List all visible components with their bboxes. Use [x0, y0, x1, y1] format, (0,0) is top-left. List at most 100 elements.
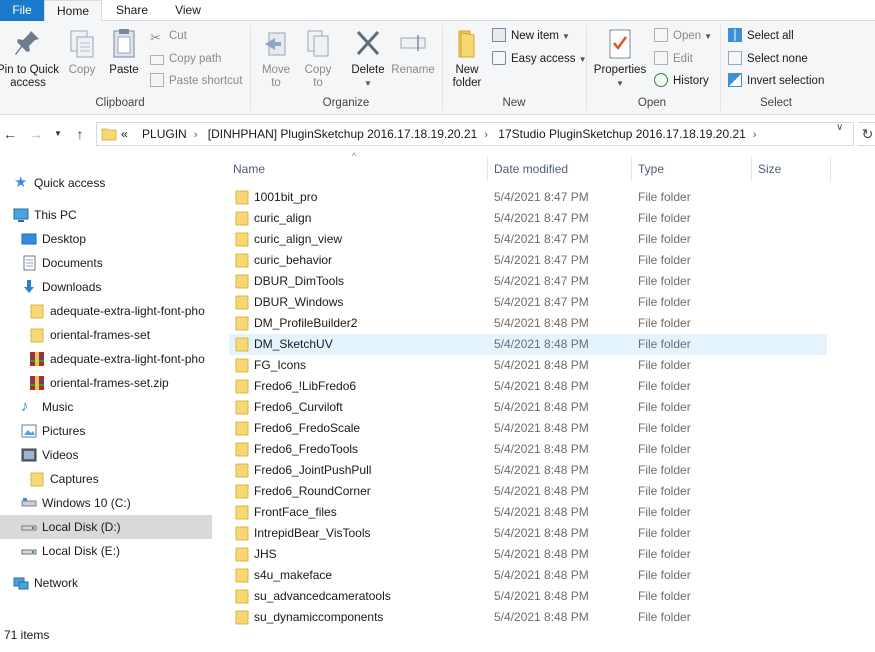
file-type: File folder	[638, 484, 691, 498]
pin-to-quick-access-button[interactable]: Pin to Quick access	[0, 27, 62, 90]
history-button[interactable]: History	[654, 72, 709, 90]
nav-item-network[interactable]: Network	[0, 571, 212, 595]
open-group-label: Open	[637, 97, 667, 109]
table-row[interactable]: curic_align_view 5/4/2021 8:47 PM File fol…	[229, 229, 827, 250]
open-button[interactable]: Open ▼	[654, 27, 712, 45]
move-to-button[interactable]: Move to	[258, 27, 294, 90]
ribbon-separator	[250, 25, 251, 111]
nav-item-this-pc[interactable]: This PC	[0, 203, 212, 227]
table-row[interactable]: s4u_makeface 5/4/2021 8:48 PM File folder	[229, 565, 827, 586]
folder-icon	[235, 379, 249, 394]
properties-button[interactable]: Properties ▼	[592, 27, 648, 90]
tab-file[interactable]: File	[0, 0, 44, 21]
table-row[interactable]: curic_align 5/4/2021 8:47 PM File folder	[229, 208, 827, 229]
table-row[interactable]: Fredo6_Curviloft 5/4/2021 8:48 PM File fol…	[229, 397, 827, 418]
nav-item-folder[interactable]: adequate-extra-light-font-pho	[0, 299, 212, 323]
copy-button[interactable]: Copy	[64, 27, 100, 77]
nav-item-drive[interactable]: Windows 10 (C:)	[0, 491, 212, 515]
refresh-icon[interactable]: ↻	[858, 122, 875, 146]
table-row[interactable]: DBUR_Windows 5/4/2021 8:47 PM File folder	[229, 292, 827, 313]
chevron-right-icon[interactable]: ›	[484, 129, 488, 141]
address-dropdown-icon[interactable]: ∨	[836, 122, 843, 133]
table-row[interactable]: FrontFace_files 5/4/2021 8:48 PM File fold…	[229, 502, 827, 523]
breadcrumb-item[interactable]: [DINHPHAN] PluginSketchup 2016.17.18.19.…	[208, 127, 478, 141]
folder-icon	[235, 253, 249, 268]
tab-view[interactable]: View	[160, 0, 216, 21]
tab-share[interactable]: Share	[104, 0, 160, 21]
column-header-size[interactable]: Size	[752, 157, 831, 181]
file-type: File folder	[638, 274, 691, 288]
folder-icon	[235, 610, 249, 625]
table-row[interactable]: Fredo6_!LibFredo6 5/4/2021 8:48 PM File fo…	[229, 376, 827, 397]
table-row[interactable]: Fredo6_RoundCorner 5/4/2021 8:48 PM File f…	[229, 481, 827, 502]
table-row[interactable]: DBUR_DimTools 5/4/2021 8:47 PM File folder	[229, 271, 827, 292]
easy-access-button[interactable]: Easy access ▼	[492, 50, 586, 68]
table-row[interactable]: Fredo6_FredoScale 5/4/2021 8:48 PM File fo…	[229, 418, 827, 439]
copy-path-button[interactable]: Copy path	[150, 50, 221, 68]
table-row[interactable]: 1001bit_pro 5/4/2021 8:47 PM File folder	[229, 187, 827, 208]
nav-item-archive[interactable]: oriental-frames-set.zip	[0, 371, 212, 395]
column-header-date-modified[interactable]: Date modified	[488, 157, 632, 181]
breadcrumb-overflow[interactable]: «	[121, 127, 128, 141]
column-header-type[interactable]: Type	[632, 157, 752, 181]
history-clock-icon	[654, 73, 668, 87]
file-date-modified: 5/4/2021 8:48 PM	[494, 379, 589, 393]
back-arrow-icon[interactable]: ←	[0, 124, 20, 144]
chevron-right-icon[interactable]: ›	[194, 129, 198, 141]
tab-home[interactable]: Home	[44, 0, 102, 22]
table-row[interactable]: JHS 5/4/2021 8:48 PM File folder	[229, 544, 827, 565]
table-row[interactable]: DM_SketchUV 5/4/2021 8:48 PM File folder	[229, 334, 827, 355]
chevron-right-icon[interactable]: ›	[753, 129, 757, 141]
nav-item-documents[interactable]: Documents	[0, 251, 212, 275]
table-row[interactable]: Fredo6_JointPushPull 5/4/2021 8:48 PM File…	[229, 460, 827, 481]
table-row[interactable]: su_dynamiccomponents 5/4/2021 8:48 PM File…	[229, 607, 827, 625]
nav-item-folder[interactable]: Captures	[0, 467, 212, 491]
nav-item-label: oriental-frames-set	[50, 328, 151, 342]
nav-item-videos[interactable]: Videos	[0, 443, 212, 467]
folder-icon	[235, 232, 249, 247]
nav-item-pictures[interactable]: Pictures	[0, 419, 212, 443]
table-row[interactable]: curic_behavior 5/4/2021 8:47 PM File folde…	[229, 250, 827, 271]
forward-arrow-icon[interactable]: →	[26, 124, 46, 144]
easy-access-label: Easy access	[511, 53, 576, 65]
up-arrow-icon[interactable]: ↑	[70, 124, 90, 144]
edit-button[interactable]: Edit	[654, 50, 693, 68]
table-row[interactable]: DM_ProfileBuilder2 5/4/2021 8:48 PM File f…	[229, 313, 827, 334]
nav-item-quick-access[interactable]: ★ Quick access	[0, 171, 212, 195]
nav-item-drive[interactable]: Local Disk (E:)	[0, 539, 212, 563]
nav-item-downloads[interactable]: Downloads	[0, 275, 212, 299]
copy-to-button[interactable]: Copy to	[300, 27, 336, 90]
ribbon-separator	[720, 25, 721, 111]
paste-button[interactable]: Paste	[106, 27, 142, 77]
table-row[interactable]: Fredo6_FredoTools 5/4/2021 8:48 PM File fo…	[229, 439, 827, 460]
invert-selection-icon	[728, 73, 742, 87]
address-bar[interactable]: « PLUGIN › [DINHPHAN] PluginSketchup 2016…	[96, 122, 854, 146]
new-folder-button[interactable]: New folder	[448, 27, 486, 90]
new-item-button[interactable]: New item ▼	[492, 27, 570, 45]
delete-button[interactable]: Delete ▼	[348, 27, 388, 90]
select-none-label: Select none	[747, 53, 808, 65]
column-header-name[interactable]: Name	[227, 157, 488, 181]
nav-item-folder[interactable]: oriental-frames-set	[0, 323, 212, 347]
file-date-modified: 5/4/2021 8:47 PM	[494, 190, 589, 204]
nav-item-drive-selected[interactable]: Local Disk (D:)	[0, 515, 212, 539]
select-none-button[interactable]: Select none	[728, 50, 808, 68]
select-all-button[interactable]: Select all	[728, 27, 794, 45]
table-row[interactable]: su_advancedcameratools 5/4/2021 8:48 PM Fi…	[229, 586, 827, 607]
table-row[interactable]: FG_Icons 5/4/2021 8:48 PM File folder	[229, 355, 827, 376]
invert-selection-button[interactable]: Invert selection	[728, 72, 824, 90]
nav-item-desktop[interactable]: Desktop	[0, 227, 212, 251]
cut-button[interactable]: ✂ Cut	[150, 27, 187, 45]
pin-icon	[15, 31, 39, 55]
recent-locations-chevron-icon[interactable]: ▼	[48, 124, 68, 144]
folder-icon	[235, 505, 249, 520]
nav-item-archive[interactable]: adequate-extra-light-font-pho	[0, 347, 212, 371]
breadcrumb-item[interactable]: 17Studio PluginSketchup 2016.17.18.19.20…	[498, 127, 746, 141]
file-name: Fredo6_JointPushPull	[254, 463, 372, 477]
rename-button[interactable]: Rename	[390, 27, 436, 77]
nav-item-label: oriental-frames-set.zip	[50, 376, 169, 390]
breadcrumb-item[interactable]: PLUGIN	[142, 127, 187, 141]
table-row[interactable]: IntrepidBear_VisTools 5/4/2021 8:48 PM Fil…	[229, 523, 827, 544]
nav-item-music[interactable]: ♪ Music	[0, 395, 212, 419]
paste-shortcut-button[interactable]: Paste shortcut	[150, 72, 243, 90]
